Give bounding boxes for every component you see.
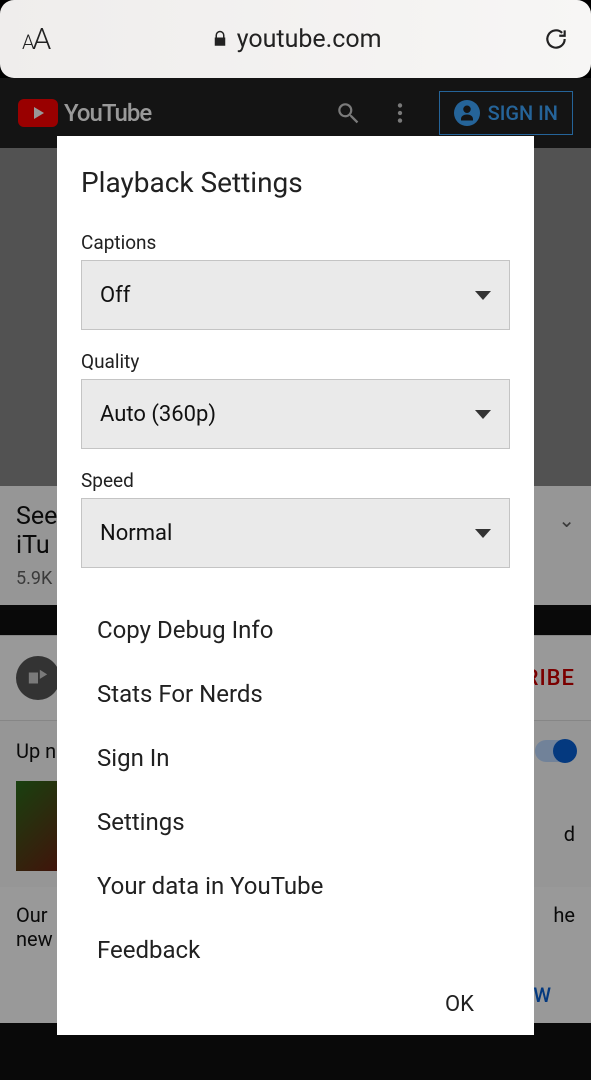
- reload-icon[interactable]: [543, 26, 569, 52]
- up-next-label: Up n: [16, 739, 56, 763]
- captions-select[interactable]: Off: [81, 260, 510, 330]
- autoplay-toggle[interactable]: [535, 740, 575, 762]
- captions-field: Captions Off: [57, 219, 534, 338]
- aa-large: A: [33, 22, 50, 57]
- video-title-fragment2: iTu: [16, 531, 57, 560]
- feedback-item[interactable]: Feedback: [57, 918, 534, 982]
- playback-settings-dialog: Playback Settings Captions Off Quality A…: [57, 136, 534, 1035]
- ok-button[interactable]: OK: [445, 992, 474, 1017]
- rec-text-fragment: d: [564, 822, 591, 846]
- speed-select[interactable]: Normal: [81, 498, 510, 568]
- speed-field: Speed Normal: [57, 457, 534, 576]
- sign-in-item[interactable]: Sign In: [57, 726, 534, 790]
- video-title-fragment: See: [16, 502, 57, 531]
- copy-debug-info-item[interactable]: Copy Debug Info: [57, 598, 534, 662]
- quality-label: Quality: [81, 350, 510, 373]
- chevron-down-icon: [475, 410, 491, 419]
- channel-avatar-icon: [16, 656, 60, 700]
- browser-address-bar: A A youtube.com: [0, 0, 591, 78]
- avatar-icon: [454, 100, 480, 126]
- aa-small: A: [22, 30, 33, 54]
- youtube-wordmark: YouTube: [64, 99, 151, 127]
- menu-dots-icon[interactable]: [387, 100, 413, 126]
- speed-label: Speed: [81, 469, 510, 492]
- youtube-play-icon: [18, 99, 58, 127]
- quality-select[interactable]: Auto (360p): [81, 379, 510, 449]
- your-data-item[interactable]: Your data in YouTube: [57, 854, 534, 918]
- speed-value: Normal: [100, 521, 172, 546]
- quality-field: Quality Auto (360p): [57, 338, 534, 457]
- dialog-title: Playback Settings: [57, 166, 534, 219]
- text-size-button[interactable]: A A: [22, 22, 49, 57]
- chevron-down-icon[interactable]: ⌄: [558, 508, 575, 532]
- settings-item[interactable]: Settings: [57, 790, 534, 854]
- captions-label: Captions: [81, 231, 510, 254]
- desc-r1: he: [553, 903, 575, 927]
- captions-value: Off: [100, 283, 130, 308]
- dialog-action-row: OK: [57, 982, 534, 1017]
- desc-l1: Our: [16, 903, 48, 927]
- url-display[interactable]: youtube.com: [49, 25, 543, 54]
- url-text: youtube.com: [237, 25, 382, 54]
- stats-for-nerds-item[interactable]: Stats For Nerds: [57, 662, 534, 726]
- lock-icon: [211, 28, 229, 50]
- dialog-menu-list: Copy Debug Info Stats For Nerds Sign In …: [57, 598, 534, 982]
- youtube-logo[interactable]: YouTube: [18, 99, 151, 127]
- chevron-down-icon: [475, 529, 491, 538]
- sign-in-button[interactable]: SIGN IN: [439, 91, 573, 135]
- sign-in-label: SIGN IN: [488, 101, 558, 125]
- quality-value: Auto (360p): [100, 402, 216, 427]
- search-icon[interactable]: [335, 100, 361, 126]
- chevron-down-icon: [475, 291, 491, 300]
